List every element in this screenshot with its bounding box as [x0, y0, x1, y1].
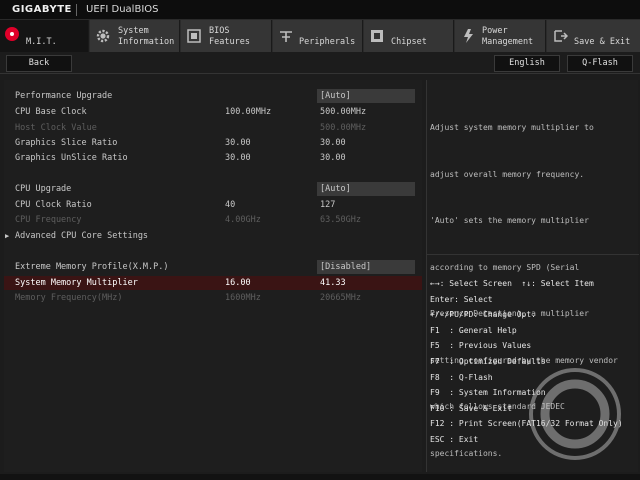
submenu-label: Advanced CPU Core Settings [15, 231, 149, 241]
tab-peripherals-label: Peripherals [299, 37, 356, 47]
setting-value[interactable]: [Disabled] [320, 260, 371, 274]
qflash-button[interactable]: Q-Flash [567, 55, 633, 72]
tab-bios-label-1: BIOS [209, 26, 230, 36]
setting-current: 16.00 [225, 278, 251, 288]
setting-current: 30.00 [225, 153, 251, 163]
help-line: adjust overall memory frequency. [430, 169, 585, 179]
setting-name: Graphics Slice Ratio [15, 138, 118, 148]
key-hint: ←→: Select Screen ↑↓: Select Item [430, 279, 594, 288]
title-bar: GIGABYTE UEFI DualBIOS [0, 0, 640, 20]
settings-panel: Performance Upgrade [Auto] CPU Base Cloc… [4, 80, 422, 472]
tab-power-label-1: Power [482, 26, 508, 36]
tab-mit[interactable]: M.I.T. [0, 20, 89, 52]
back-button[interactable]: Back [6, 55, 72, 72]
setting-value: 63.50GHz [320, 215, 361, 225]
setting-row[interactable]: Graphics UnSlice Ratio 30.00 30.00 [4, 151, 422, 165]
setting-value[interactable]: 30.00 [320, 151, 346, 165]
triangle-right-icon: ▶ [5, 232, 10, 240]
key-hint: Enter: Select [430, 294, 493, 304]
setting-name: Host Clock Value [15, 123, 97, 133]
setting-row[interactable]: CPU Upgrade [Auto] [4, 182, 422, 196]
setting-value[interactable]: [Auto] [320, 89, 351, 103]
setting-name: Extreme Memory Profile(X.M.P.) [15, 262, 169, 272]
tab-bios-label-2: Features [209, 37, 250, 47]
tab-power-label-2: Management [482, 37, 534, 47]
mit-icon [5, 27, 19, 41]
submenu-advanced-cpu-core[interactable]: ▶ Advanced CPU Core Settings [4, 229, 422, 243]
tab-sysinfo-label-2: Information [118, 37, 175, 47]
chipset-icon [371, 30, 383, 42]
setting-value: 20665MHz [320, 293, 361, 303]
setting-name: Graphics UnSlice Ratio [15, 153, 128, 163]
help-line: according to memory SPD (Serial [430, 262, 580, 272]
brand-logo: GIGABYTE [12, 4, 72, 15]
setting-row[interactable]: Performance Upgrade [Auto] [4, 89, 422, 103]
setting-name: CPU Upgrade [15, 184, 72, 194]
setting-value: 500.00MHz [320, 123, 367, 133]
setting-value[interactable]: 30.00 [320, 136, 346, 150]
tab-sysinfo-label-1: System [118, 26, 149, 36]
tab-system-information[interactable]: System Information [90, 20, 180, 52]
tab-save-exit-label: Save & Exit [574, 37, 631, 47]
setting-row: Host Clock Value 500.00MHz [4, 121, 422, 135]
setting-row-selected[interactable]: System Memory Multiplier 16.00 41.33 [4, 276, 422, 290]
setting-row[interactable]: Graphics Slice Ratio 30.00 30.00 [4, 136, 422, 150]
help-line: 'Auto' sets the memory multiplier [430, 216, 589, 225]
setting-name: CPU Clock Ratio [15, 200, 92, 210]
power-icon [464, 29, 473, 43]
help-line: Adjust system memory multiplier to [430, 123, 594, 132]
tab-bios-features[interactable]: BIOS Features [181, 20, 272, 52]
setting-current: 100.00MHz [225, 107, 272, 117]
setting-value[interactable]: 41.33 [320, 276, 346, 290]
gear-icon [96, 29, 110, 43]
key-hint: F5 : Previous Values [430, 341, 532, 351]
title-divider [76, 4, 77, 16]
save-exit-icon [554, 30, 568, 42]
setting-current: 30.00 [225, 138, 251, 148]
setting-current: 40 [225, 200, 236, 210]
setting-name: System Memory Multiplier [15, 278, 138, 288]
setting-name: Performance Upgrade [15, 91, 113, 101]
tab-chipset[interactable]: Chipset [364, 20, 454, 52]
language-button[interactable]: English [494, 55, 560, 72]
help-divider [427, 254, 639, 255]
tab-save-exit[interactable]: Save & Exit [547, 20, 640, 52]
bios-icon [187, 29, 201, 43]
setting-name: CPU Frequency [15, 215, 82, 225]
tab-chipset-label: Chipset [391, 37, 427, 47]
key-hint: F1 : General Help [430, 325, 517, 335]
setting-row: Memory Frequency(MHz) 1600MHz 20665MHz [4, 291, 422, 305]
setting-row: CPU Frequency 4.00GHz 63.50GHz [4, 213, 422, 227]
setting-value[interactable]: 127 [320, 198, 335, 212]
setting-row[interactable]: CPU Base Clock 100.00MHz 500.00MHz [4, 105, 422, 119]
setting-value[interactable]: 500.00MHz [320, 105, 366, 119]
setting-name: CPU Base Clock [15, 107, 87, 117]
bios-title: UEFI DualBIOS [86, 4, 159, 15]
tab-mit-label: M.I.T. [26, 37, 57, 47]
bottom-bar [0, 474, 640, 480]
watermark-logo [529, 368, 621, 460]
setting-value[interactable]: [Auto] [320, 182, 351, 196]
sub-toolbar: Back English Q-Flash [0, 52, 640, 74]
tab-power-management[interactable]: Power Management [455, 20, 546, 52]
setting-row[interactable]: CPU Clock Ratio 40 127 [4, 198, 422, 212]
setting-name: Memory Frequency(MHz) [15, 293, 123, 303]
key-hint: +/-/PU/PD: Change Opt. [430, 310, 536, 320]
tab-peripherals[interactable]: Peripherals [273, 20, 363, 52]
main-tab-bar: M.I.T. System Information BIOS Features … [0, 20, 640, 52]
peripherals-icon [280, 31, 292, 42]
setting-row[interactable]: Extreme Memory Profile(X.M.P.) [Disabled… [4, 260, 422, 274]
setting-current: 1600MHz [225, 293, 261, 303]
setting-current: 4.00GHz [225, 215, 261, 225]
